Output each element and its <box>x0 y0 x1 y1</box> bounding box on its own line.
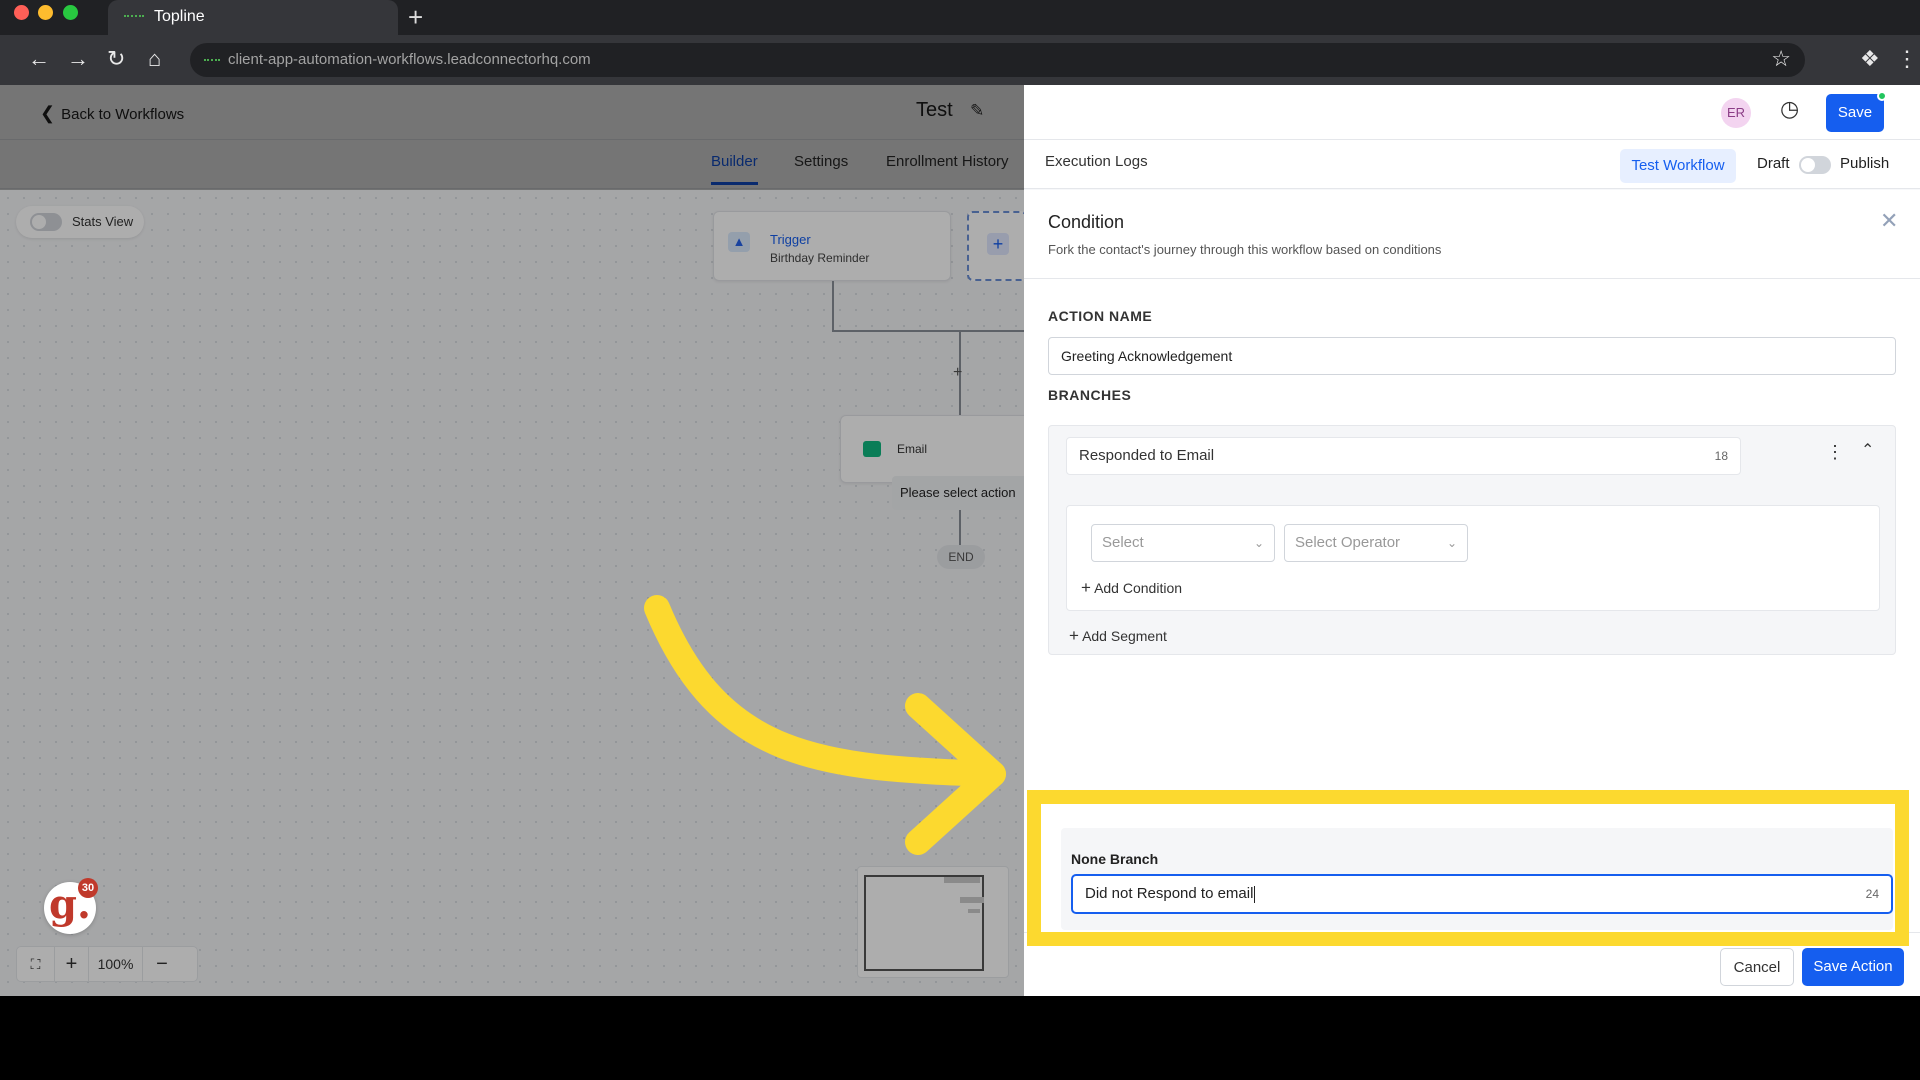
save-button[interactable]: Save <box>1826 91 1887 132</box>
close-icon[interactable]: ✕ <box>1880 208 1898 234</box>
field-select-placeholder: Select <box>1102 534 1144 551</box>
draft-label: Draft <box>1757 155 1790 172</box>
panel-subtitle: Fork the contact's journey through this … <box>1048 242 1442 257</box>
char-count: 18 <box>1714 449 1728 463</box>
none-branch-input[interactable]: Did not Respond to email 24 <box>1071 874 1893 914</box>
branch-card: Responded to Email 18 ⋮ ⌃ Select ⌄ Select… <box>1048 425 1896 655</box>
publish-label: Publish <box>1840 155 1890 172</box>
save-action-button[interactable]: Save Action <box>1802 948 1904 986</box>
add-segment-button[interactable]: + Add Segment <box>1069 626 1167 646</box>
chevron-up-icon[interactable]: ⌃ <box>1861 440 1874 460</box>
action-name-input[interactable]: Greeting Acknowledgement <box>1048 337 1896 375</box>
extensions-icon[interactable]: ❖ <box>1860 47 1880 71</box>
add-condition-label: Add Condition <box>1094 580 1183 596</box>
yellow-arrow-icon <box>644 595 1006 855</box>
toggle-knob <box>1801 158 1815 172</box>
none-branch-card: None Branch Did not Respond to email 24 <box>1061 828 1893 930</box>
none-branch-value: Did not Respond to email <box>1085 885 1254 902</box>
highlight-frame: None Branch Did not Respond to email 24 <box>1027 790 1909 946</box>
divider <box>1024 278 1920 279</box>
test-workflow-button[interactable]: Test Workflow <box>1620 149 1736 183</box>
chevron-down-icon: ⌄ <box>1446 536 1457 550</box>
chevron-down-icon: ⌄ <box>1253 536 1264 550</box>
save-label: Save <box>1837 104 1873 121</box>
screen: Topline + ← → ↻ ⌂ client-app-automation-… <box>0 0 1920 1080</box>
field-select[interactable]: Select ⌄ <box>1091 524 1275 562</box>
condition-segment: Select ⌄ Select Operator ⌄ + Add Condition <box>1066 505 1880 611</box>
add-segment-label: Add Segment <box>1082 628 1167 644</box>
text-cursor <box>1254 885 1256 903</box>
arrow-curve <box>644 595 1006 787</box>
add-condition-button[interactable]: + Add Condition <box>1081 578 1182 598</box>
history-icon[interactable]: ◷ <box>1780 96 1799 122</box>
action-name-label: ACTION NAME <box>1048 308 1153 324</box>
branches-label: BRANCHES <box>1048 387 1132 403</box>
panel-title: Condition <box>1048 212 1125 232</box>
publish-toggle[interactable] <box>1799 156 1831 174</box>
char-count: 24 <box>1865 887 1879 901</box>
operator-select[interactable]: Select Operator ⌄ <box>1284 524 1468 562</box>
plus-icon: + <box>1069 626 1079 645</box>
bookmark-star-icon[interactable]: ☆ <box>1771 46 1791 72</box>
tab-execution-logs[interactable]: Execution Logs <box>1045 153 1148 170</box>
browser-menu-icon[interactable]: ⋮ <box>1896 47 1918 71</box>
avatar[interactable]: ER <box>1721 98 1751 128</box>
none-branch-label: None Branch <box>1071 851 1159 867</box>
branch-name-value: Responded to Email <box>1079 447 1215 464</box>
plus-icon: + <box>1081 578 1091 597</box>
unsaved-indicator <box>1877 91 1887 101</box>
branch-name-input[interactable]: Responded to Email 18 <box>1066 437 1741 475</box>
cancel-button[interactable]: Cancel <box>1720 948 1794 986</box>
kebab-menu-icon[interactable]: ⋮ <box>1826 442 1844 463</box>
operator-select-placeholder: Select Operator <box>1295 534 1401 551</box>
